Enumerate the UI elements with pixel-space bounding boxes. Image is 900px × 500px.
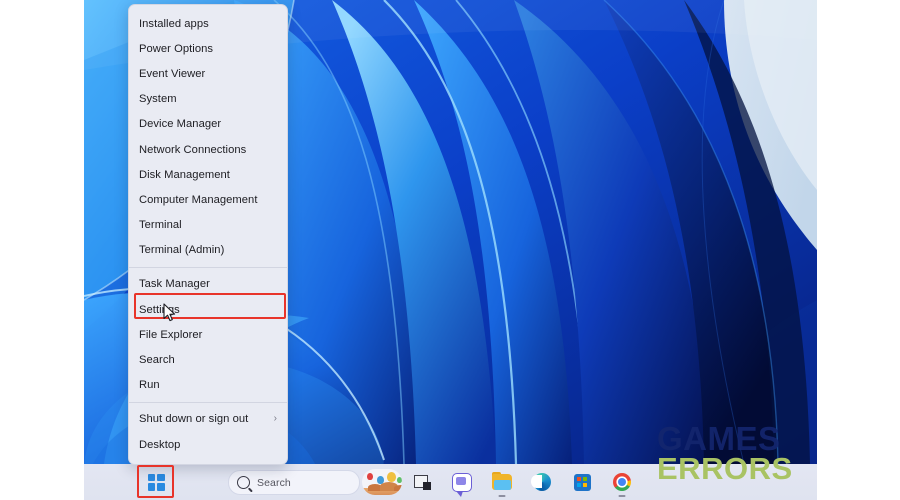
menu-item-label: Computer Management — [139, 193, 258, 206]
menu-item-label: File Explorer — [139, 328, 203, 341]
start-button[interactable] — [143, 469, 169, 495]
running-indicator — [498, 495, 506, 497]
menu-separator — [129, 266, 287, 268]
menu-item-label: Terminal (Admin) — [139, 244, 225, 257]
menu-item-power-options[interactable]: Power Options — [129, 36, 287, 61]
menu-item-file-explorer[interactable]: File Explorer — [129, 322, 287, 347]
menu-item-label: Shut down or sign out — [139, 413, 249, 426]
search-input[interactable]: Search — [228, 470, 360, 495]
win-x-power-user-menu: Installed apps Power Options Event Viewer S… — [128, 4, 288, 466]
store-icon — [573, 473, 591, 491]
chrome-icon — [613, 473, 631, 491]
menu-item-computer-management[interactable]: Computer Management — [129, 187, 287, 212]
screenshot-root: Search Installed apps Power Options Even… — [0, 0, 900, 500]
search-icon — [237, 476, 250, 489]
menu-item-label: Run — [139, 379, 160, 392]
menu-separator — [129, 401, 287, 403]
menu-item-label: Terminal — [139, 219, 182, 232]
menu-item-terminal-admin[interactable]: Terminal (Admin) — [129, 238, 287, 263]
menu-item-disk-management[interactable]: Disk Management — [129, 162, 287, 187]
taskbar-icon-group — [362, 464, 642, 500]
menu-item-event-viewer[interactable]: Event Viewer — [129, 61, 287, 86]
widgets-weather-button[interactable] — [362, 464, 402, 500]
chrome-button[interactable] — [602, 464, 642, 500]
menu-item-label: Power Options — [139, 42, 214, 55]
folder-icon — [492, 472, 512, 490]
chevron-right-icon: › — [273, 413, 277, 425]
edge-button[interactable] — [522, 464, 562, 500]
chat-icon — [452, 472, 472, 497]
running-indicator — [618, 495, 626, 497]
microsoft-store-button[interactable] — [562, 464, 602, 500]
menu-item-label: Event Viewer — [139, 67, 206, 80]
menu-item-settings[interactable]: Settings — [129, 297, 287, 322]
search-placeholder: Search — [257, 476, 291, 489]
menu-item-system[interactable]: System — [129, 87, 287, 112]
menu-item-task-manager[interactable]: Task Manager — [129, 272, 287, 297]
windows-logo-icon — [147, 473, 165, 491]
menu-item-label: Network Connections — [139, 143, 247, 156]
task-view-icon — [413, 474, 431, 490]
menu-item-label: Settings — [139, 303, 180, 316]
menu-item-search[interactable]: Search — [129, 347, 287, 372]
menu-item-run[interactable]: Run — [129, 373, 287, 398]
menu-item-label: Task Manager — [139, 278, 210, 291]
menu-item-label: Installed apps — [139, 17, 209, 30]
task-view-button[interactable] — [402, 464, 442, 500]
menu-item-shut-down-or-sign-out[interactable]: Shut down or sign out › — [129, 407, 287, 432]
menu-item-label: Search — [139, 354, 175, 367]
menu-item-desktop[interactable]: Desktop — [129, 432, 287, 457]
chat-button[interactable] — [442, 464, 482, 500]
edge-icon — [531, 473, 551, 491]
file-explorer-button[interactable] — [482, 464, 522, 500]
menu-item-terminal[interactable]: Terminal — [129, 213, 287, 238]
menu-item-label: System — [139, 93, 177, 106]
weather-balloons-icon — [362, 469, 402, 495]
menu-item-installed-apps[interactable]: Installed apps — [129, 11, 287, 36]
menu-item-label: Desktop — [139, 438, 181, 451]
menu-item-device-manager[interactable]: Device Manager — [129, 112, 287, 137]
menu-item-label: Disk Management — [139, 168, 230, 181]
menu-item-network-connections[interactable]: Network Connections — [129, 137, 287, 162]
menu-item-label: Device Manager — [139, 118, 222, 131]
